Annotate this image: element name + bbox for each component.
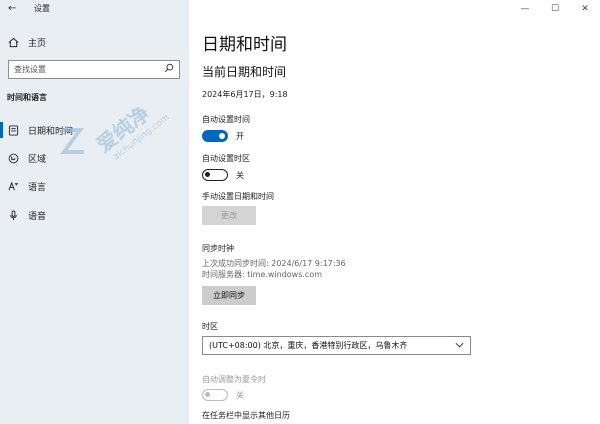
- section-title: 时间和语言: [7, 93, 47, 102]
- toggle-knob: [205, 392, 210, 397]
- sidebar-item-language[interactable]: 语言: [0, 175, 189, 197]
- home-label: 主页: [28, 38, 47, 49]
- sidebar-item-label: 语言: [28, 182, 47, 193]
- timezone-label: 时区: [202, 322, 218, 331]
- dst-toggle-row: 关: [202, 389, 244, 401]
- globe-icon: [7, 153, 19, 164]
- close-icon[interactable]: ✕: [570, 0, 600, 18]
- auto-time-toggle[interactable]: [202, 130, 228, 142]
- time-server-text: 时间服务器: time.windows.com: [202, 270, 323, 279]
- sidebar-item-region[interactable]: 区域: [0, 147, 189, 169]
- sync-heading: 同步时钟: [202, 244, 234, 253]
- manual-datetime-label: 手动设置日期和时间: [202, 192, 274, 201]
- sidebar-item-label: 语音: [28, 211, 47, 222]
- maximize-icon[interactable]: ☐: [540, 0, 570, 18]
- dst-state: 关: [236, 390, 244, 400]
- auto-timezone-toggle-row: 关: [202, 169, 244, 181]
- home-nav[interactable]: 主页: [7, 35, 46, 49]
- dst-label: 自动调整为夏令时: [202, 375, 266, 384]
- sidebar-item-label: 日期和时间: [28, 126, 74, 137]
- page-title: 日期和时间: [202, 35, 287, 55]
- current-datetime-heading: 当前日期和时间: [202, 65, 287, 79]
- home-icon: [7, 37, 19, 48]
- change-button[interactable]: 更改: [202, 206, 256, 225]
- minimize-icon[interactable]: —: [510, 0, 540, 18]
- clock-icon: [7, 124, 19, 136]
- back-arrow-icon[interactable]: ←: [8, 3, 16, 14]
- dst-toggle[interactable]: [202, 389, 228, 401]
- auto-timezone-toggle[interactable]: [202, 169, 228, 181]
- auto-time-label: 自动设置时间: [202, 115, 250, 124]
- current-datetime-value: 2024年6月17日，9:18: [202, 90, 288, 99]
- toggle-knob: [205, 172, 210, 177]
- other-calendar-label: 在任务栏中显示其他日历: [202, 411, 290, 420]
- sidebar-item-label: 区域: [28, 154, 47, 165]
- search-icon[interactable]: [164, 63, 174, 76]
- chevron-down-icon: [455, 341, 464, 351]
- auto-timezone-label: 自动设置时区: [202, 154, 250, 163]
- auto-time-toggle-row: 开: [202, 130, 244, 142]
- search-box[interactable]: [8, 60, 180, 79]
- sidebar-item-speech[interactable]: 语音: [0, 204, 189, 226]
- main-panel: — ☐ ✕ 日期和时间 当前日期和时间 2024年6月17日，9:18 自动设置…: [189, 0, 600, 424]
- auto-time-state: 开: [236, 131, 244, 141]
- language-icon: [7, 181, 19, 192]
- sidebar-item-date-time[interactable]: 日期和时间: [0, 119, 189, 141]
- window-controls: — ☐ ✕: [510, 0, 600, 18]
- last-sync-text: 上次成功同步时间: 2024/6/17 9:17:36: [202, 259, 346, 268]
- search-input[interactable]: [14, 65, 154, 74]
- sidebar: ← 设置 主页 时间和语言 日期和时间 区域 语言 语音: [0, 0, 189, 424]
- auto-timezone-state: 关: [236, 170, 244, 180]
- timezone-select[interactable]: (UTC+08:00) 北京，重庆，香港特别行政区，乌鲁木齐: [202, 336, 471, 355]
- microphone-icon: [7, 209, 19, 221]
- sync-now-button[interactable]: 立即同步: [202, 286, 256, 305]
- app-title: 设置: [34, 4, 50, 13]
- toggle-knob: [219, 133, 225, 139]
- timezone-value: (UTC+08:00) 北京，重庆，香港特别行政区，乌鲁木齐: [209, 341, 408, 350]
